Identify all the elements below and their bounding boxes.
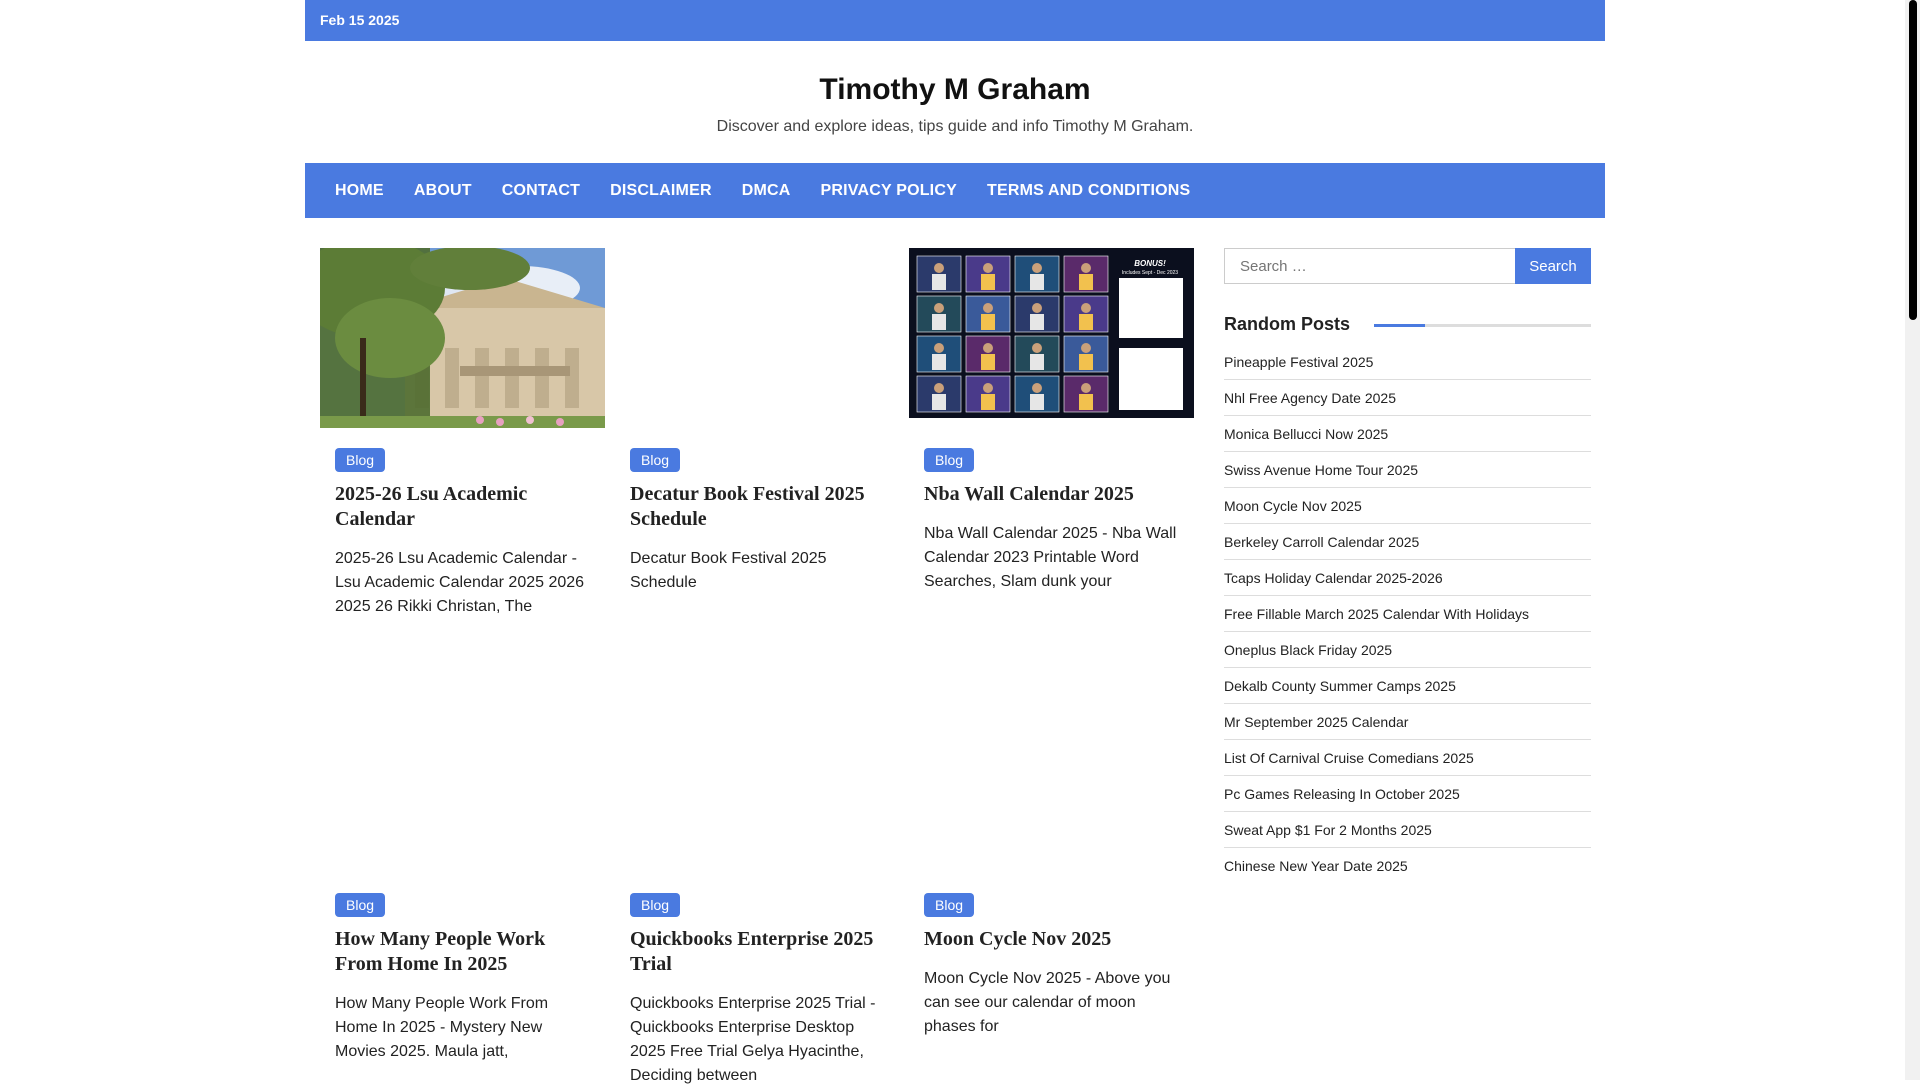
player-jersey — [1079, 354, 1093, 370]
post-excerpt: 2025-26 Lsu Academic Calendar - Lsu Acad… — [335, 550, 585, 615]
post-thumbnail[interactable]: BONUS! Includes Sept - Dec 2023 — [909, 248, 1194, 418]
category-badge[interactable]: Blog — [335, 448, 386, 472]
player-jersey — [1079, 274, 1093, 290]
search-button[interactable]: Search — [1515, 248, 1591, 284]
random-post-link[interactable]: Mr September 2025 Calendar — [1224, 704, 1591, 740]
random-post-link[interactable]: Chinese New Year Date 2025 — [1224, 848, 1591, 884]
random-post-link[interactable]: Tcaps Holiday Calendar 2025-2026 — [1224, 560, 1591, 596]
player-figure — [1081, 303, 1091, 313]
player-jersey — [1079, 314, 1093, 330]
nba-calendar-image[interactable]: BONUS! Includes Sept - Dec 2023 — [909, 248, 1194, 418]
random-posts-title: Random Posts — [1224, 314, 1351, 334]
player-figure — [934, 303, 944, 313]
random-post-link[interactable]: Oneplus Black Friday 2025 — [1224, 632, 1591, 668]
player-figure — [983, 303, 993, 313]
player-figure — [1032, 383, 1042, 393]
random-post-link[interactable]: Moon Cycle Nov 2025 — [1224, 488, 1591, 524]
category-badge[interactable]: Blog — [924, 448, 975, 472]
player-jersey — [981, 394, 995, 410]
player-figure — [1081, 383, 1091, 393]
player-figure — [983, 263, 993, 273]
player-figure — [1032, 263, 1042, 273]
nav-about[interactable]: ABOUT — [399, 182, 487, 200]
player-jersey — [1079, 394, 1093, 410]
player-figure — [1032, 343, 1042, 353]
post-excerpt: How Many People Work From Home In 2025 -… — [335, 995, 549, 1060]
post-excerpt: Moon Cycle Nov 2025 - Above you can see … — [924, 970, 1171, 1035]
category-badge[interactable]: Blog — [335, 893, 386, 917]
player-figure — [1081, 263, 1091, 273]
lsu-building-image[interactable] — [295, 238, 605, 428]
nav-contact[interactable]: CONTACT — [487, 182, 595, 200]
player-figure — [983, 383, 993, 393]
nba-bonus-label: BONUS! — [1134, 259, 1166, 268]
player-figure — [1032, 303, 1042, 313]
post-title[interactable]: 2025-26 Lsu Academic Calendar — [335, 482, 580, 532]
random-post-link[interactable]: Nhl Free Agency Date 2025 — [1224, 380, 1591, 416]
main-nav: HOME ABOUT CONTACT DISCLAIMER DMCA PRIVA… — [305, 163, 1605, 218]
random-posts-list: Pineapple Festival 2025 Nhl Free Agency … — [1224, 344, 1591, 884]
post-excerpt: Quickbooks Enterprise 2025 Trial - Quick… — [630, 995, 876, 1084]
top-bar: Feb 15 2025 — [305, 0, 1605, 41]
post-excerpt: Decatur Book Festival 2025 Schedule — [630, 550, 827, 591]
search-input[interactable] — [1224, 248, 1515, 284]
random-post-link[interactable]: Free Fillable March 2025 Calendar With H… — [1224, 596, 1591, 632]
random-post-link[interactable]: Pc Games Releasing In October 2025 — [1224, 776, 1591, 812]
page-scrollbar[interactable] — [1905, 0, 1920, 1080]
nav-home[interactable]: HOME — [320, 182, 399, 200]
widget-title-accent — [1374, 324, 1425, 327]
post-excerpt: Nba Wall Calendar 2025 - Nba Wall Calend… — [924, 525, 1177, 590]
player-figure — [934, 343, 944, 353]
player-jersey — [981, 274, 995, 290]
post-title[interactable]: Moon Cycle Nov 2025 — [924, 927, 1169, 952]
random-post-link[interactable]: Monica Bellucci Now 2025 — [1224, 416, 1591, 452]
site-title[interactable]: Timothy M Graham — [305, 70, 1605, 110]
random-post-link[interactable]: List Of Carnival Cruise Comedians 2025 — [1224, 740, 1591, 776]
site-header: Timothy M Graham Discover and explore id… — [305, 60, 1605, 136]
scrollbar-thumb[interactable] — [1909, 0, 1917, 320]
post-title[interactable]: Quickbooks Enterprise 2025 Trial — [630, 927, 875, 977]
nav-dmca[interactable]: DMCA — [727, 182, 806, 200]
player-jersey — [981, 354, 995, 370]
post-thumbnail[interactable] — [295, 238, 605, 428]
player-jersey — [981, 314, 995, 330]
category-badge[interactable]: Blog — [630, 893, 681, 917]
random-post-link[interactable]: Swiss Avenue Home Tour 2025 — [1224, 452, 1591, 488]
post-title[interactable]: Decatur Book Festival 2025 Schedule — [630, 482, 875, 532]
player-jersey — [1030, 274, 1044, 290]
player-figure — [983, 343, 993, 353]
site-description: Discover and explore ideas, tips guide a… — [716, 118, 1194, 135]
player-figure — [1081, 343, 1091, 353]
player-jersey — [1030, 354, 1044, 370]
nav-disclaimer[interactable]: DISCLAIMER — [595, 182, 727, 200]
post-title[interactable]: Nba Wall Calendar 2025 — [924, 482, 1169, 507]
header-date: Feb 15 2025 — [320, 12, 400, 28]
nav-privacy-policy[interactable]: PRIVACY POLICY — [806, 182, 972, 200]
player-jersey — [932, 314, 946, 330]
random-post-link[interactable]: Berkeley Carroll Calendar 2025 — [1224, 524, 1591, 560]
nba-bonus-sublabel: Includes Sept - Dec 2023 — [1122, 270, 1178, 276]
search-form: Search — [1224, 248, 1591, 284]
player-jersey — [932, 274, 946, 290]
post-title[interactable]: How Many People Work From Home In 2025 — [335, 927, 580, 977]
player-figure — [934, 263, 944, 273]
nav-terms-and-conditions[interactable]: TERMS AND CONDITIONS — [972, 182, 1205, 200]
random-post-link[interactable]: Pineapple Festival 2025 — [1224, 344, 1591, 380]
category-badge[interactable]: Blog — [924, 893, 975, 917]
player-jersey — [932, 354, 946, 370]
player-jersey — [1030, 314, 1044, 330]
random-post-link[interactable]: Sweat App $1 For 2 Months 2025 — [1224, 812, 1591, 848]
player-jersey — [1030, 394, 1044, 410]
random-post-link[interactable]: Dekalb County Summer Camps 2025 — [1224, 668, 1591, 704]
player-jersey — [932, 394, 946, 410]
player-figure — [934, 383, 944, 393]
category-badge[interactable]: Blog — [630, 448, 681, 472]
